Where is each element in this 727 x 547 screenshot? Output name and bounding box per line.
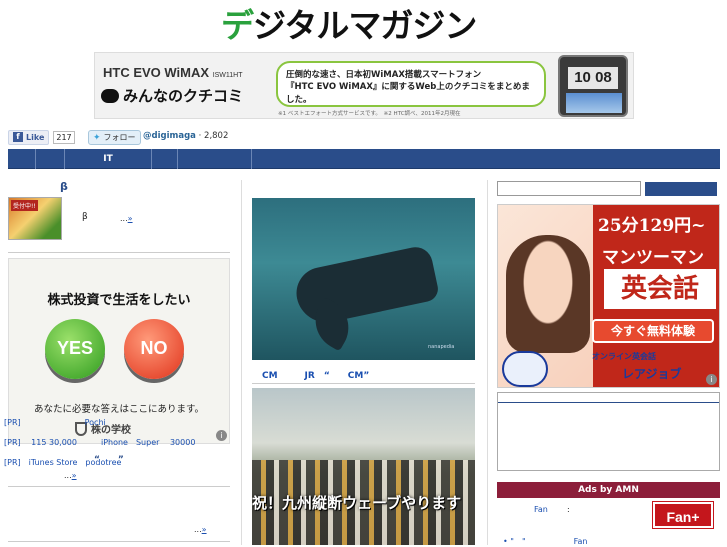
phone-image: 10 08: [558, 55, 628, 117]
ad-mantoman: マンツーマン: [602, 248, 704, 268]
pr-header: [498, 393, 719, 403]
article-read-more: ...»: [194, 525, 207, 534]
speech-bubble-icon: [101, 88, 119, 103]
column-divider: [487, 180, 488, 545]
logo-de: デ: [221, 6, 254, 45]
facebook-like-button[interactable]: f Like: [8, 129, 50, 145]
read-more-link[interactable]: »: [128, 214, 133, 223]
beta-read-more: ...»: [120, 214, 133, 223]
ad-online: オンライン英会話: [592, 352, 656, 361]
image-credit: nanapedia: [428, 344, 455, 350]
beta-thumbnail[interactable]: 受付中!!: [8, 197, 62, 240]
divider: [8, 486, 230, 487]
rarejob-logo: [502, 351, 548, 387]
amn-colon: :: [567, 505, 570, 514]
ad-price: 25分129円~: [598, 216, 706, 236]
ad-eikaiwa: 英会話: [604, 269, 716, 309]
banner-bubble-line1: 圧倒的な速さ、日本初WiMAX搭載スマートフォン: [286, 70, 482, 80]
ad-title: 株式投資で生活をしたい: [47, 293, 191, 308]
banner-brand: HTC EVO WiMAX ISW11HT: [103, 65, 243, 80]
wave-caption: 祝！九州縦断ウェーブやります: [252, 494, 462, 512]
htc-banner-ad[interactable]: HTC EVO WiMAX ISW11HT みんなのクチコミ 圧倒的な速さ、日本…: [94, 52, 634, 119]
amn-link[interactable]: • " " Fan: [503, 536, 587, 547]
nav-item-it[interactable]: IT: [65, 149, 152, 169]
site-logo[interactable]: デジタルマガジン: [221, 3, 511, 45]
beta-text: β: [82, 212, 88, 222]
divider: [252, 383, 475, 384]
amn-fan-link[interactable]: Fan: [534, 505, 548, 514]
free-trial-button[interactable]: 今すぐ無料体験: [592, 319, 714, 343]
banner-kuchikomi: みんなのクチコミ: [101, 85, 243, 106]
facebook-icon: f: [13, 132, 23, 142]
banner-bubble: 圧倒的な速さ、日本初WiMAX搭載スマートフォン 『HTC EVO WiMAX』…: [276, 61, 546, 107]
facebook-like-widget: f Like 217: [8, 129, 75, 145]
adchoices-info-icon[interactable]: i: [216, 430, 227, 441]
banner-note: ※1 ベストエフォート方式サービスです。 ※2 HTC調べ、2011年2月現在: [278, 111, 461, 117]
search-button[interactable]: [645, 182, 717, 196]
pr-link[interactable]: [PR] Pochi: [4, 417, 106, 428]
nav-item-5[interactable]: [178, 149, 252, 169]
beta-headline[interactable]: β: [60, 180, 68, 193]
pr-link[interactable]: [PR] iTunes Store podotree: [4, 457, 121, 468]
phone-screen: [566, 93, 622, 113]
whale-shape: [291, 244, 441, 328]
facebook-like-count: 217: [53, 130, 75, 144]
column-divider: [241, 180, 242, 545]
divider: [8, 252, 230, 253]
twitter-bird-icon: ✦: [93, 132, 101, 143]
nav-item-4[interactable]: [152, 149, 178, 169]
nav-item-1[interactable]: [8, 149, 36, 169]
banner-bubble-line2: 『HTC EVO WiMAX』に関するWeb上のクチコミをまとめました。: [286, 82, 530, 105]
read-more-link[interactable]: »: [202, 525, 207, 534]
adchoices-info-icon[interactable]: i: [706, 374, 717, 385]
article-read-more: ...»: [64, 471, 77, 480]
ad-model-photo: [506, 235, 590, 353]
divider: [8, 541, 230, 542]
logo-rest: ジタルマガジン: [253, 6, 477, 45]
amn-ads-header: Ads by AMN: [497, 482, 720, 498]
wave-video-thumbnail[interactable]: 祝！九州縦断ウェーブやります: [252, 388, 475, 545]
twitter-handle[interactable]: @digimaga · 2,802: [143, 131, 228, 141]
twitter-follow-button[interactable]: ✦ フォロー: [88, 130, 141, 145]
phone-clock: 10 08: [568, 67, 618, 89]
read-more-link[interactable]: »: [72, 471, 77, 480]
nav-item-2[interactable]: [36, 149, 65, 169]
yes-button[interactable]: YES: [45, 319, 105, 379]
pr-links-box: [497, 392, 720, 471]
twitter-follower-count: 2,802: [204, 131, 229, 141]
search-input[interactable]: [497, 181, 641, 196]
fanplus-logo[interactable]: Fan+: [652, 501, 714, 529]
main-nav: IT: [8, 149, 720, 169]
ad-brand: レアジョブ: [622, 367, 682, 381]
thumb-tag: 受付中!!: [11, 200, 38, 211]
ad-subtitle: あなたに必要な答えはここにあります。: [33, 404, 205, 415]
no-button[interactable]: NO: [124, 319, 184, 379]
rarejob-ad[interactable]: 25分129円~ マンツーマン 英会話 今すぐ無料体験 オンライン英会話 レアジ…: [497, 204, 720, 388]
cm-headline[interactable]: CM JR “ CM”: [262, 368, 369, 381]
pr-link[interactable]: [PR] 115 30,000 iPhone Super 30000: [4, 437, 195, 448]
whale-video-thumbnail[interactable]: nanapedia: [252, 198, 475, 360]
